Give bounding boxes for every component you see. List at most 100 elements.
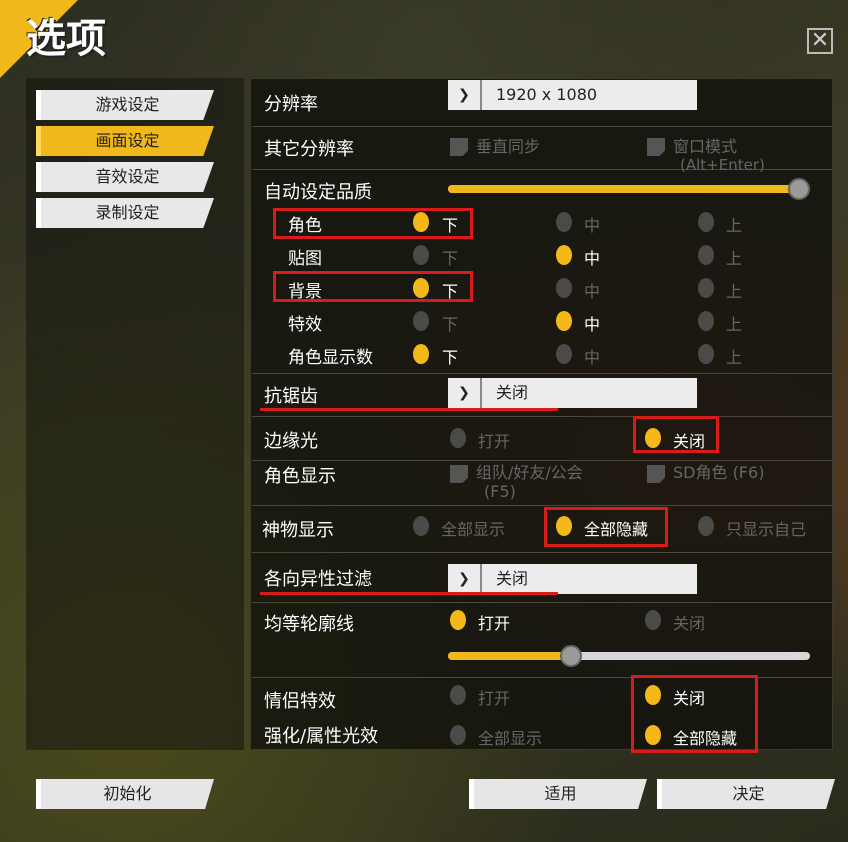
radio-label: 下	[442, 348, 459, 367]
couple-fx-on-radio[interactable]	[450, 685, 466, 705]
outline-slider-handle[interactable]	[560, 645, 582, 667]
sidebar-item-sound[interactable]: 音效设定	[36, 162, 214, 192]
radio-label: 打开	[478, 689, 511, 708]
radio-label: 中	[584, 348, 601, 367]
effects-mid-radio[interactable]	[556, 311, 572, 331]
auto-quality-slider-handle[interactable]	[788, 178, 810, 200]
quality-row-label: 角色显示数	[288, 348, 373, 368]
quality-row-label: 特效	[288, 315, 322, 335]
apply-button[interactable]: 适用	[469, 779, 647, 809]
anisotropic-dropdown[interactable]: ❯ 关闭	[448, 564, 697, 594]
sd-character-label: SD角色 (F6)	[673, 463, 765, 482]
outline-off-radio[interactable]	[645, 610, 661, 630]
other-resolution-label: 其它分辨率	[264, 139, 354, 160]
texture-high-radio[interactable]	[698, 245, 714, 265]
texture-low-radio[interactable]	[413, 245, 429, 265]
sidebar-item-graphics[interactable]: 画面设定	[36, 126, 214, 156]
radio-label: 下	[442, 315, 459, 334]
divider	[252, 505, 832, 506]
auto-quality-label: 自动设定品质	[264, 182, 372, 203]
divider	[252, 552, 832, 553]
divider	[252, 373, 832, 374]
window-mode-label: 窗口模式	[673, 137, 738, 156]
antialias-value: 关闭	[496, 383, 529, 402]
party-friend-guild-checkbox[interactable]	[450, 465, 468, 483]
close-icon: ✕	[810, 28, 830, 53]
radio-label: 下	[442, 249, 459, 268]
radio-label: 只显示自己	[726, 520, 807, 539]
radio-label: 打开	[478, 432, 511, 451]
highlight-underline	[260, 408, 558, 411]
background-mid-radio[interactable]	[556, 278, 572, 298]
radio-label: 上	[726, 315, 743, 334]
radio-label: 上	[726, 249, 743, 268]
anisotropic-value: 关闭	[496, 569, 529, 588]
resolution-dropdown[interactable]: ❯ 1920 x 1080	[448, 80, 697, 110]
outline-on-radio[interactable]	[450, 610, 466, 630]
char-count-high-radio[interactable]	[698, 344, 714, 364]
effects-low-radio[interactable]	[413, 311, 429, 331]
vsync-checkbox[interactable]	[450, 138, 468, 156]
divider	[252, 126, 832, 127]
couple-fx-label: 情侣特效	[264, 691, 336, 712]
divider	[252, 460, 832, 461]
antialias-label: 抗锯齿	[264, 386, 318, 407]
radio-label: 打开	[478, 614, 511, 633]
effects-high-radio[interactable]	[698, 311, 714, 331]
char-display-label: 角色显示	[264, 466, 336, 487]
party-friend-guild-hint: (F5)	[484, 482, 516, 501]
auto-quality-fill	[448, 185, 798, 193]
highlight-box	[633, 416, 719, 453]
radio-label: 中	[584, 282, 601, 301]
radio-label: 全部显示	[478, 729, 543, 748]
divider	[252, 416, 832, 417]
window-mode-checkbox[interactable]	[647, 138, 665, 156]
highlight-box	[273, 271, 473, 302]
sidebar-item-record[interactable]: 录制设定	[36, 198, 214, 228]
party-friend-guild-label: 组队/好友/公会	[476, 463, 583, 482]
radio-label: 中	[584, 249, 601, 268]
outline-label: 均等轮廓线	[264, 614, 354, 635]
confirm-button[interactable]: 决定	[657, 779, 835, 809]
texture-mid-radio[interactable]	[556, 245, 572, 265]
char-count-mid-radio[interactable]	[556, 344, 572, 364]
enhance-fx-show-radio[interactable]	[450, 725, 466, 745]
radio-label: 上	[726, 216, 743, 235]
close-button[interactable]: ✕	[807, 28, 833, 54]
window-title: 选项	[26, 16, 106, 62]
reset-button[interactable]: 初始化	[36, 779, 214, 809]
highlight-box	[631, 675, 758, 753]
chevron-down-icon: ❯	[448, 80, 482, 110]
sidebar-item-game[interactable]: 游戏设定	[36, 90, 214, 120]
radio-label: 上	[726, 348, 743, 367]
rim-light-on-radio[interactable]	[450, 428, 466, 448]
vsync-label: 垂直同步	[476, 137, 541, 156]
background-high-radio[interactable]	[698, 278, 714, 298]
character-mid-radio[interactable]	[556, 212, 572, 232]
highlight-underline	[260, 592, 558, 595]
radio-label: 全部显示	[441, 520, 506, 539]
resolution-value: 1920 x 1080	[496, 85, 598, 104]
artifact-self-only-radio[interactable]	[698, 516, 714, 536]
enhance-fx-label: 强化/属性光效	[264, 726, 379, 747]
anisotropic-label: 各向异性过滤	[264, 569, 372, 590]
radio-label: 上	[726, 282, 743, 301]
artifact-show-all-radio[interactable]	[413, 516, 429, 536]
window-mode-hint: (Alt+Enter)	[680, 156, 765, 174]
chevron-down-icon: ❯	[448, 564, 482, 594]
rim-light-label: 边缘光	[264, 431, 318, 452]
radio-label: 中	[584, 315, 601, 334]
highlight-box	[273, 208, 473, 239]
char-count-low-radio[interactable]	[413, 344, 429, 364]
outline-fill	[448, 652, 570, 660]
sd-character-checkbox[interactable]	[647, 465, 665, 483]
radio-label: 关闭	[673, 614, 706, 633]
antialias-dropdown[interactable]: ❯ 关闭	[448, 378, 697, 408]
highlight-box	[544, 507, 668, 547]
character-high-radio[interactable]	[698, 212, 714, 232]
divider	[252, 602, 832, 603]
resolution-label: 分辨率	[264, 94, 318, 115]
quality-row-label: 贴图	[288, 249, 322, 269]
artifact-display-label: 神物显示	[262, 520, 334, 541]
chevron-down-icon: ❯	[448, 378, 482, 408]
